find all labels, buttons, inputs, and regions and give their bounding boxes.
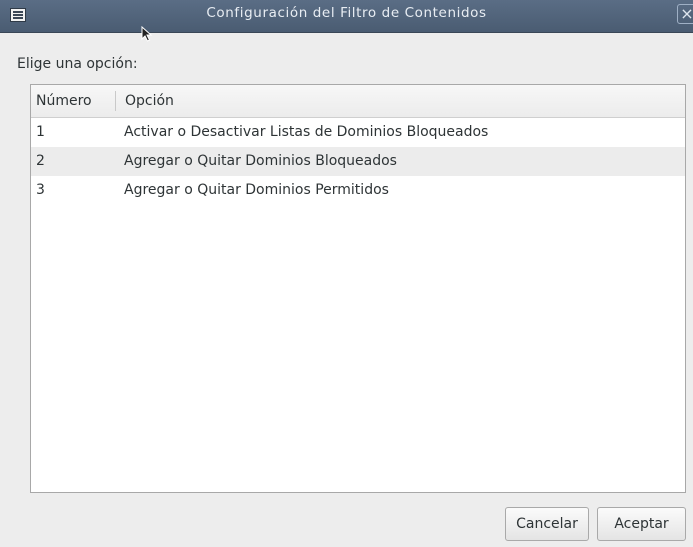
- list-header: Número Opción: [31, 85, 685, 118]
- column-header-number[interactable]: Número: [36, 85, 92, 117]
- cancel-button[interactable]: Cancelar: [505, 507, 589, 541]
- column-divider: [115, 91, 116, 111]
- list-item[interactable]: 3 Agregar o Quitar Dominios Permitidos: [31, 176, 685, 205]
- item-option: Agregar o Quitar Dominios Permitidos: [124, 182, 389, 198]
- item-number: 1: [36, 124, 45, 140]
- accept-button[interactable]: Aceptar: [597, 507, 686, 541]
- cursor-icon: [141, 26, 153, 42]
- close-icon[interactable]: ×: [677, 4, 693, 24]
- window-titlebar[interactable]: Configuración del Filtro de Contenidos ×: [0, 0, 693, 33]
- column-header-option[interactable]: Opción: [125, 85, 174, 117]
- item-option: Agregar o Quitar Dominios Bloqueados: [124, 153, 397, 169]
- window-title: Configuración del Filtro de Contenidos: [206, 5, 487, 21]
- item-number: 3: [36, 182, 45, 198]
- item-option: Activar o Desactivar Listas de Dominios …: [124, 124, 489, 140]
- options-list[interactable]: Número Opción 1 Activar o Desactivar Lis…: [30, 84, 686, 493]
- item-number: 2: [36, 153, 45, 169]
- list-item[interactable]: 2 Agregar o Quitar Dominios Bloqueados: [31, 147, 685, 176]
- prompt-label: Elige una opción:: [17, 56, 138, 72]
- list-item[interactable]: 1 Activar o Desactivar Listas de Dominio…: [31, 118, 685, 147]
